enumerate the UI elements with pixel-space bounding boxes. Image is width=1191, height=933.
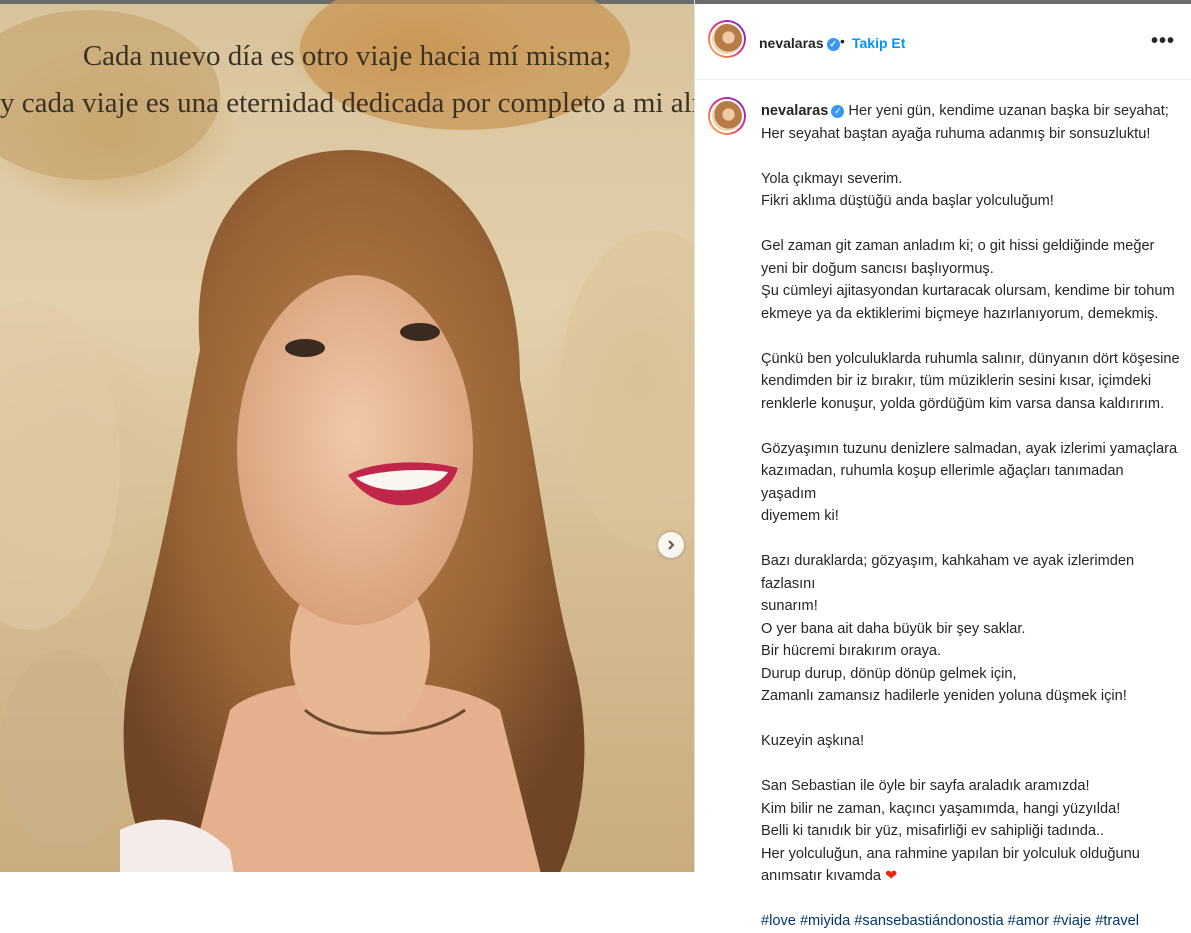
caption-line: Gel zaman git zaman anladım ki; o git hi… [761,235,1181,258]
follow-button[interactable]: Takip Et [852,35,905,51]
image-caption-line-1: Cada nuevo día es otro viaje hacia mí mi… [82,40,612,72]
caption-line-text: Gözyaşımın tuzunu denizlere salmadan, ay… [761,440,1178,457]
caption-line-text: diyemem ki! [761,508,839,524]
verified-badge-icon: ✓ [826,37,840,51]
caption-line-text: O yer bana ait daha büyük bir şey saklar… [761,620,1026,637]
face [237,275,473,625]
caption-line: nevalaras ✓ Her yeni gün, kendime uzanan … [761,100,1181,123]
caption-line-text: sunarım! [761,598,818,614]
username-link[interactable]: nevalaras ✓ [759,35,840,51]
caption-line-text: Zamanlı zamansız hadilerle yeniden yolun… [761,688,1127,704]
avatar[interactable] [708,20,746,58]
caption-line-text: Çünkü ben yolculuklarda ruhumla salınır,… [761,350,1180,367]
caption-line-text: kendimden bir iz bırakır, tüm müziklerin… [761,373,1152,389]
caption-line-text: San Sebastian ile öyle bir sayfa araladı… [761,778,1090,794]
caption-line: Çünkü ben yolculuklarda ruhumla salınır,… [761,348,1181,371]
caption-line-text: Kim bilir ne zaman, kaçıncı yaşamımda, h… [761,800,1121,817]
caption-line: diyemem ki! [761,505,1181,528]
caption-line-text: Gel zaman git zaman anladım ki; o git hi… [761,238,1155,254]
caption-line-text: Her seyahat baştan ayağa ruhuma adanmış … [761,125,1151,142]
stone-texture [0,650,130,850]
caption-line-text: Fikri aklıma düştüğü anda başlar yolculu… [761,193,1054,209]
caption-line-text: Bazı duraklarda; gözyaşım, kahkaham ve a… [761,553,1135,592]
right-eye [400,323,440,341]
caption-line: Şu cümleyi ajitasyondan kurtaracak olurs… [761,280,1181,303]
separator-dot: • [840,33,845,49]
caption-line: Fikri aklıma düştüğü anda başlar yolculu… [761,190,1181,213]
caption-line: Kim bilir ne zaman, kaçıncı yaşamımda, h… [761,798,1181,821]
caption-line: Gözyaşımın tuzunu denizlere salmadan, ay… [761,438,1181,461]
caption-line: Durup durup, dönüp dönüp gelmek için, [761,663,1181,686]
caption-line: yeni bir doğum sancısı başlıyormuş. [761,258,1181,281]
caption-line-text: anımsatır kıvamda [761,868,882,884]
caption-line-text: Her yeni gün, kendime uzanan başka bir s… [848,103,1169,119]
caption-line-text: kazımadan, ruhumla koşup ellerimle ağaçl… [761,463,1124,502]
caption-username-link[interactable]: nevalaras [761,103,828,119]
caption-line-text: ekmeye ya da ektiklerimi biçmeye hazırla… [761,305,1159,322]
caption-line: Yola çıkmayı severim. [761,168,1181,191]
left-eye [285,339,325,357]
caption-text: nevalaras ✓ Her yeni gün, kendime uzanan … [761,100,1181,933]
caption-line: Bazı duraklarda; gözyaşım, kahkaham ve a… [761,550,1181,595]
avatar[interactable] [708,97,746,135]
caption-line: Her seyahat baştan ayağa ruhuma adanmış … [761,123,1181,146]
caption-line: Kuzeyin aşkına! [761,730,1181,753]
hashtags-link[interactable]: #love #miyida #sansebastiándonostia #amo… [761,910,1181,933]
portrait-photo [120,150,585,872]
caption-line-text: yeni bir doğum sancısı başlıyormuş. [761,260,994,277]
image-caption-line-2: y cada viaje es una eternidad dedicada p… [0,87,694,119]
verified-badge-icon: ✓ [831,104,845,118]
caption-line-text: Yola çıkmayı severim. [761,170,903,187]
caption-line: renklerle konuşur, yolda gördüğüm kim va… [761,393,1181,416]
caption-line: O yer bana ait daha büyük bir şey saklar… [761,618,1181,641]
caption-line: Zamanlı zamansız hadilerle yeniden yolun… [761,685,1181,708]
caption-line: kendimden bir iz bırakır, tüm müziklerin… [761,370,1181,393]
caption-line-text: Kuzeyin aşkına! [761,733,865,749]
caption-line: kazımadan, ruhumla koşup ellerimle ağaçl… [761,460,1181,505]
caption-line-text: Belli ki tanıdık bir yüz, misafirliği ev… [761,823,1105,839]
stone-texture [0,300,120,630]
caption-line: San Sebastian ile öyle bir sayfa araladı… [761,775,1181,798]
caption-line-text: Her yolculuğun, ana rahmine yapılan bir … [761,845,1140,862]
post-header: nevalaras ✓ • Takip Et ••• [695,0,1191,80]
more-options-icon[interactable]: ••• [1151,30,1175,53]
caption-line-text: Bir hücremi bırakırım oraya. [761,643,942,659]
next-slide-button[interactable] [658,532,684,558]
caption-line-text: Durup durup, dönüp dönüp gelmek için, [761,665,1017,682]
chevron-right-icon [668,540,675,550]
caption-line: Her yolculuğun, ana rahmine yapılan bir … [761,843,1181,866]
caption-line-text: Şu cümleyi ajitasyondan kurtaracak olurs… [761,283,1175,299]
caption-line: ekmeye ya da ektiklerimi biçmeye hazırla… [761,303,1181,326]
caption-line: Bir hücremi bırakırım oraya. [761,640,1181,663]
caption-line: Belli ki tanıdık bir yüz, misafirliği ev… [761,820,1181,843]
caption-line-text: renklerle konuşur, yolda gördüğüm kim va… [761,395,1165,412]
post-side-panel: nevalaras ✓ • Takip Et ••• nevalaras ✓ Her… [694,0,1191,929]
heart-emoji-icon: ❤ [885,868,898,884]
caption-line: sunarım! [761,595,1181,618]
caption-section: nevalaras ✓ Her yeni gün, kendime uzanan … [695,80,1191,929]
caption-line: anımsatır kıvamda ❤ [761,865,1181,888]
post-media[interactable]: Cada nuevo día es otro viaje hacia mí mi… [0,0,694,872]
